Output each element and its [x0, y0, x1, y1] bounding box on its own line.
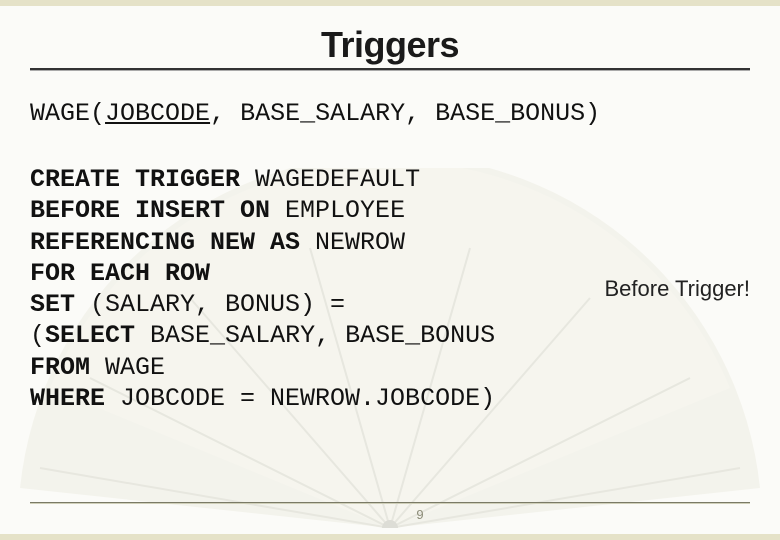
paren-open: ( — [30, 321, 45, 350]
set-cols: (SALARY, BONUS) = — [90, 290, 345, 319]
select-cols: BASE_SALARY, BASE_BONUS — [150, 321, 495, 350]
schema-line: WAGE(JOBCODE, BASE_SALARY, BASE_BONUS) — [30, 99, 750, 128]
kw-where: WHERE — [30, 384, 120, 413]
kw-set: SET — [30, 290, 90, 319]
page-number: 9 — [30, 507, 780, 522]
from-table: WAGE — [105, 353, 165, 382]
slide-title: Triggers — [30, 24, 750, 66]
kw-from: FROM — [30, 353, 105, 382]
schema-table: WAGE — [30, 99, 90, 128]
slide: Triggers WAGE(JOBCODE, BASE_SALARY, BASE… — [0, 6, 780, 534]
title-rule — [30, 68, 750, 71]
kw-before-insert-on: BEFORE INSERT ON — [30, 196, 285, 225]
ident-table: EMPLOYEE — [285, 196, 405, 225]
schema-col2: BASE_SALARY — [240, 99, 405, 128]
ident-newrow: NEWROW — [315, 228, 405, 257]
ident-trigger-name: WAGEDEFAULT — [255, 165, 420, 194]
annotation-before-trigger: Before Trigger! — [604, 276, 750, 302]
kw-referencing-new-as: REFERENCING NEW AS — [30, 228, 315, 257]
schema-pk: JOBCODE — [105, 99, 210, 128]
kw-create-trigger: CREATE TRIGGER — [30, 165, 255, 194]
kw-select: SELECT — [45, 321, 150, 350]
where-clause: JOBCODE = NEWROW.JOBCODE) — [120, 384, 495, 413]
kw-for-each-row: FOR EACH ROW — [30, 259, 210, 288]
footer-rule — [30, 502, 750, 504]
slide-content: Triggers WAGE(JOBCODE, BASE_SALARY, BASE… — [30, 24, 750, 414]
schema-col3: BASE_BONUS — [435, 99, 585, 128]
